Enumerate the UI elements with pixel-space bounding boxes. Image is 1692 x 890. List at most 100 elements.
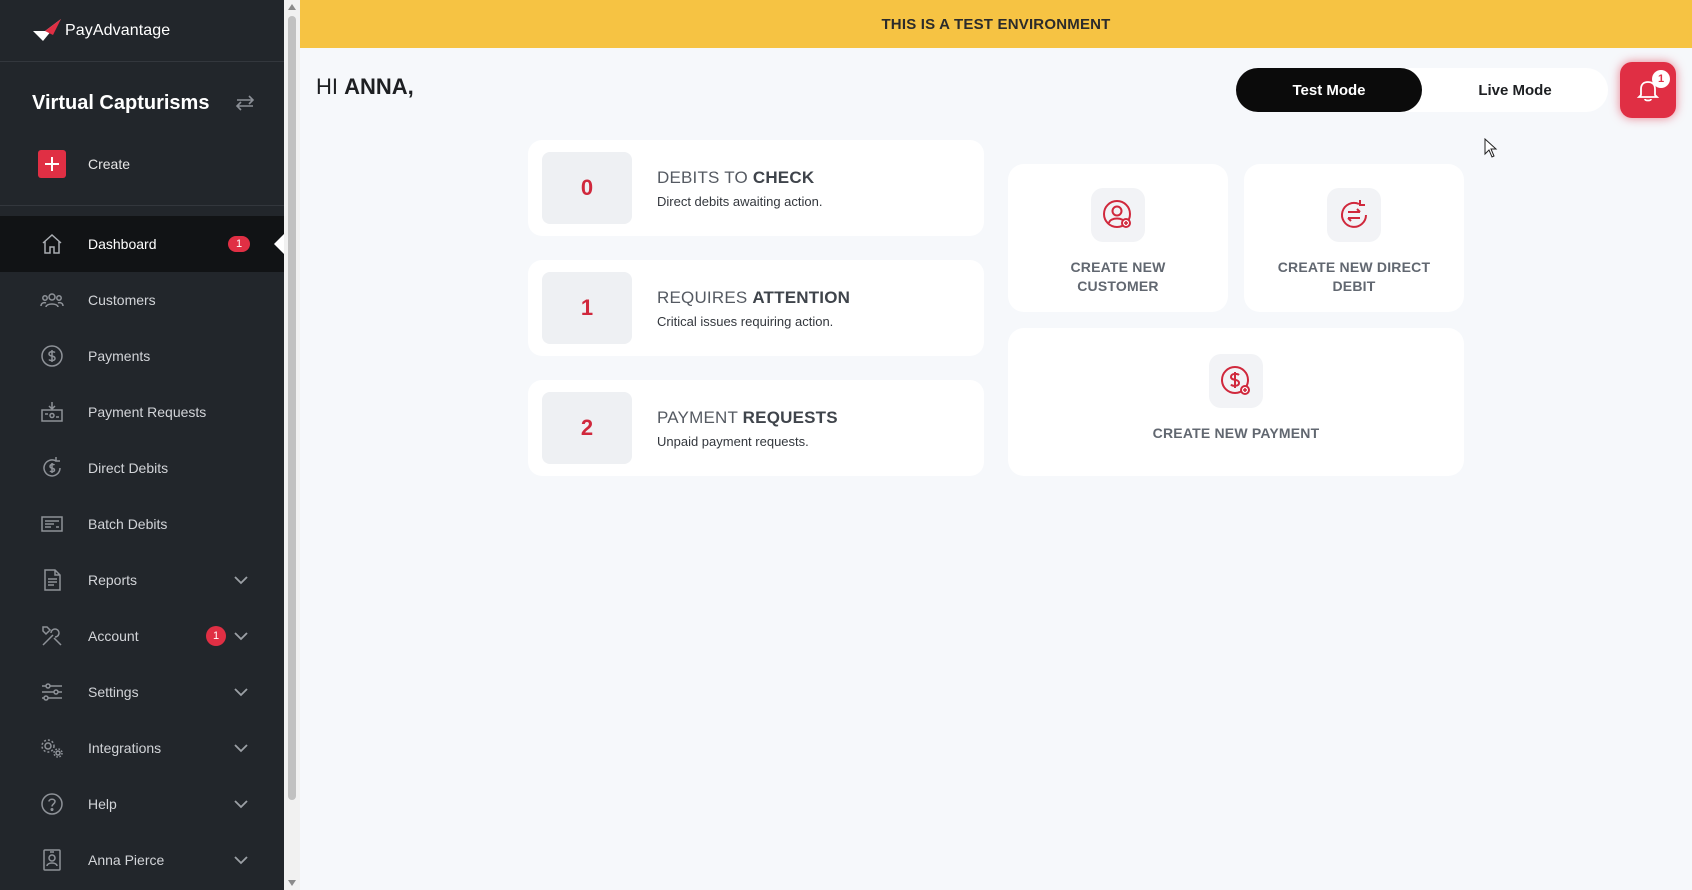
sidebar-item-payment-requests[interactable]: Payment Requests bbox=[0, 384, 284, 440]
brand[interactable]: PayAdvantage bbox=[0, 0, 284, 62]
chevron-down-icon[interactable] bbox=[232, 683, 250, 701]
dollar-circle-icon bbox=[41, 345, 63, 367]
sidebar-item-user[interactable]: Anna Pierce bbox=[0, 832, 284, 888]
sidebar-item-integrations[interactable]: Integrations bbox=[0, 720, 284, 776]
create-debit-line1: CREATE NEW DIRECT bbox=[1277, 259, 1431, 275]
sidebar-item-label: Direct Debits bbox=[88, 460, 169, 476]
sidebar-item-label: Payments bbox=[88, 348, 151, 364]
create-customer-line1: CREATE NEW bbox=[1070, 259, 1166, 275]
chevron-down-icon[interactable] bbox=[232, 627, 250, 645]
create-payment-label: CREATE NEW PAYMENT bbox=[1152, 425, 1320, 441]
mode-toggle: Test Mode Live Mode bbox=[1236, 68, 1608, 112]
chevron-down-icon[interactable] bbox=[232, 795, 250, 813]
sidebar-item-label: Customers bbox=[88, 292, 156, 308]
user-card-icon bbox=[43, 849, 61, 871]
stat-title-a: DEBITS TO bbox=[657, 167, 753, 187]
document-icon bbox=[44, 569, 61, 591]
org-name: Virtual Capturisms bbox=[32, 91, 210, 114]
sidebar-item-label: Payment Requests bbox=[88, 404, 207, 420]
chevron-down-icon[interactable] bbox=[232, 739, 250, 757]
banner-text: THIS IS A TEST ENVIRONMENT bbox=[881, 15, 1111, 33]
sidebar-item-direct-debits[interactable]: Direct Debits bbox=[0, 440, 284, 496]
stat-title-b: CHECK bbox=[752, 167, 815, 187]
stat-title-a: REQUIRES bbox=[657, 287, 753, 307]
sidebar: PayAdvantage Virtual Capturisms Create D… bbox=[0, 0, 284, 890]
stat-text: REQUIRES ATTENTION Critical issues requi… bbox=[657, 288, 850, 329]
chevron-down-icon[interactable] bbox=[232, 571, 250, 589]
batch-icon bbox=[41, 516, 63, 532]
notifications-button[interactable]: 1 bbox=[1620, 62, 1676, 118]
test-mode-button[interactable]: Test Mode bbox=[1236, 68, 1422, 112]
sidebar-item-dashboard[interactable]: Dashboard 1 bbox=[0, 216, 284, 272]
stat-card-debits-to-check[interactable]: 0 DEBITS TO CHECK Direct debits awaiting… bbox=[528, 140, 984, 236]
stat-title-b: ATTENTION bbox=[752, 287, 851, 307]
stat-count: 2 bbox=[542, 392, 632, 464]
brand-name: PayAdvantage bbox=[65, 21, 171, 39]
stat-count: 1 bbox=[542, 272, 632, 344]
sidebar-item-label: Account bbox=[88, 628, 139, 644]
stat-description: Direct debits awaiting action. bbox=[657, 193, 823, 209]
topbar: HI ANNA, Test Mode Live Mode 1 bbox=[300, 48, 1692, 130]
sidebar-item-help[interactable]: Help bbox=[0, 776, 284, 832]
stat-count: 0 bbox=[542, 152, 632, 224]
sidebar-item-label: Help bbox=[88, 796, 117, 812]
sidebar-item-label: Dashboard bbox=[88, 236, 157, 252]
app: PayAdvantage Virtual Capturisms Create D… bbox=[0, 0, 1692, 890]
sidebar-item-account[interactable]: Account 1 bbox=[0, 608, 284, 664]
stat-title: REQUIRES ATTENTION bbox=[657, 288, 850, 308]
stat-title: DEBITS TO CHECK bbox=[657, 168, 822, 188]
users-icon bbox=[40, 293, 64, 308]
stat-title-a: PAYMENT bbox=[657, 407, 743, 427]
sidebar-nav: Dashboard 1 Customers Payments Payment R… bbox=[0, 216, 284, 888]
sidebar-item-label: Anna Pierce bbox=[88, 852, 165, 868]
scroll-up-icon[interactable] bbox=[288, 4, 296, 10]
sidebar-item-label: Batch Debits bbox=[88, 516, 168, 532]
create-customer-label: CREATE NEW CUSTOMER bbox=[1070, 258, 1165, 296]
payment-request-icon bbox=[41, 402, 63, 422]
account-badge: 1 bbox=[206, 626, 226, 646]
switch-arrows-icon[interactable] bbox=[234, 92, 256, 114]
add-payment-icon bbox=[1209, 354, 1263, 408]
create-debit-line2: DEBIT bbox=[1332, 278, 1376, 294]
sidebar-scrollbar[interactable] bbox=[284, 0, 300, 890]
sidebar-item-label: Settings bbox=[88, 684, 139, 700]
gears-icon bbox=[41, 739, 63, 758]
live-mode-button[interactable]: Live Mode bbox=[1422, 68, 1608, 112]
greeting-prefix: HI bbox=[316, 74, 345, 99]
sidebar-item-payments[interactable]: Payments bbox=[0, 328, 284, 384]
stat-card-payment-requests[interactable]: 2 PAYMENT REQUESTS Unpaid payment reques… bbox=[528, 380, 984, 476]
create-direct-debit-label: CREATE NEW DIRECT DEBIT bbox=[1278, 258, 1430, 296]
sliders-icon bbox=[42, 683, 62, 701]
create-direct-debit-tile[interactable]: CREATE NEW DIRECT DEBIT bbox=[1244, 164, 1464, 312]
stat-text: PAYMENT REQUESTS Unpaid payment requests… bbox=[657, 408, 838, 449]
chevron-down-icon[interactable] bbox=[232, 851, 250, 869]
greeting-name: ANNA, bbox=[344, 74, 414, 99]
plus-icon bbox=[38, 149, 66, 178]
test-environment-banner: THIS IS A TEST ENVIRONMENT bbox=[300, 0, 1692, 48]
create-payment-tile[interactable]: CREATE NEW PAYMENT bbox=[1008, 328, 1464, 476]
home-icon bbox=[42, 233, 62, 254]
main-content: THIS IS A TEST ENVIRONMENT HI ANNA, Test… bbox=[300, 0, 1692, 890]
sidebar-item-customers[interactable]: Customers bbox=[0, 272, 284, 328]
mouse-cursor-icon bbox=[1484, 138, 1498, 158]
org-switcher[interactable]: Virtual Capturisms bbox=[0, 72, 284, 134]
sidebar-item-reports[interactable]: Reports bbox=[0, 552, 284, 608]
sidebar-item-label: Integrations bbox=[88, 740, 162, 756]
direct-debit-icon bbox=[1327, 188, 1381, 242]
sidebar-item-batch-debits[interactable]: Batch Debits bbox=[0, 496, 284, 552]
direct-debit-icon bbox=[43, 457, 61, 477]
stat-card-requires-attention[interactable]: 1 REQUIRES ATTENTION Critical issues req… bbox=[528, 260, 984, 356]
brand-logo-icon bbox=[33, 18, 61, 41]
scroll-thumb[interactable] bbox=[288, 16, 296, 800]
stat-text: DEBITS TO CHECK Direct debits awaiting a… bbox=[657, 168, 822, 209]
stat-description: Critical issues requiring action. bbox=[657, 313, 834, 329]
sidebar-item-settings[interactable]: Settings bbox=[0, 664, 284, 720]
scroll-down-icon[interactable] bbox=[288, 880, 296, 886]
greeting: HI ANNA, bbox=[316, 74, 414, 100]
create-label: Create bbox=[88, 155, 131, 172]
create-button[interactable]: Create bbox=[0, 134, 284, 206]
stat-title-b: REQUESTS bbox=[742, 407, 838, 427]
add-user-icon bbox=[1091, 188, 1145, 242]
help-icon bbox=[41, 793, 63, 815]
create-customer-tile[interactable]: CREATE NEW CUSTOMER bbox=[1008, 164, 1228, 312]
